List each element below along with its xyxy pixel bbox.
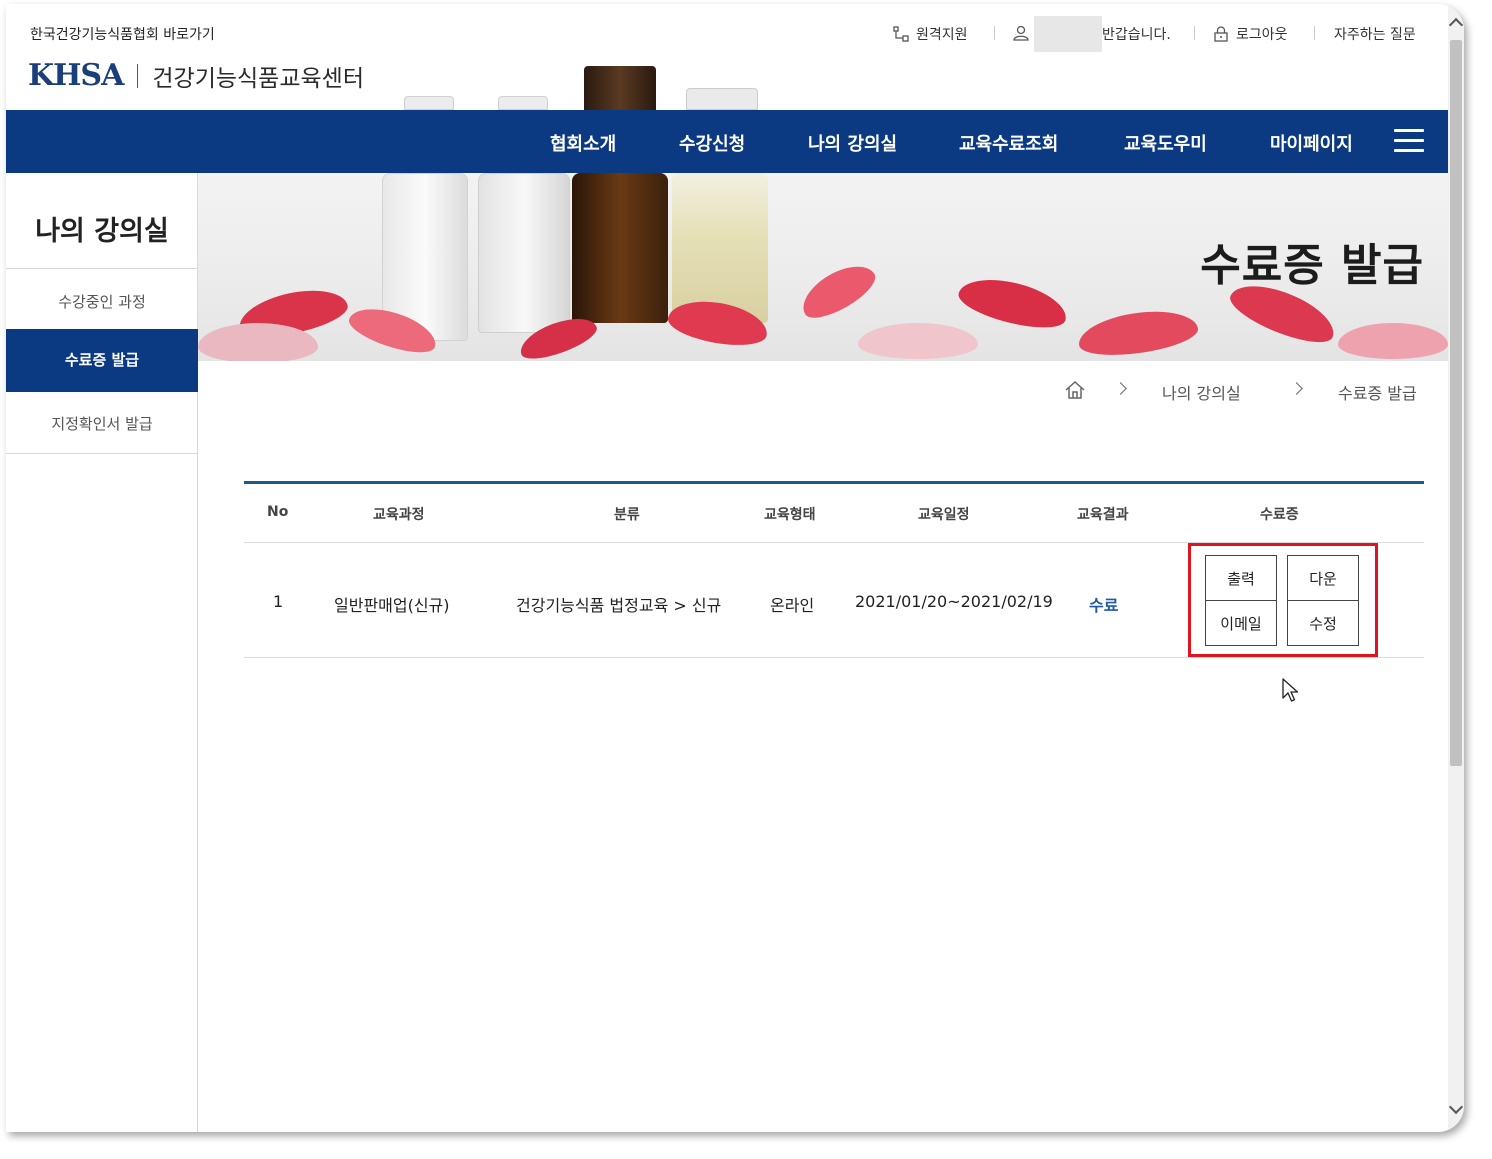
divider [244, 657, 1424, 658]
logo-text: 건강기능식품교육센터 [152, 65, 364, 92]
cell-category: 건강기능식품 법정교육 > 신규 [516, 596, 722, 615]
browser-window: 한국건강기능식품협회 바로가기 원격지원 반갑습니다. 로그아웃 자주하는 질문… [6, 4, 1464, 1132]
nav-item-about[interactable]: 협회소개 [550, 130, 616, 156]
association-link[interactable]: 한국건강기능식품협회 바로가기 [30, 24, 215, 44]
column-header: 교육형태 [764, 507, 816, 523]
logout-label: 로그아웃 [1236, 27, 1288, 43]
divider [6, 453, 198, 454]
nav-item-mypage[interactable]: 마이페이지 [1270, 130, 1353, 156]
column-header: 수료증 [1260, 507, 1299, 523]
cell-schedule: 2021/01/20~2021/02/19 [855, 592, 1053, 611]
remote-support-label: 원격지원 [916, 27, 968, 43]
remote-support-link[interactable]: 원격지원 [892, 24, 968, 44]
sidebar-item-designation[interactable]: 지정확인서 발급 [6, 413, 198, 434]
menu-icon[interactable] [1394, 129, 1424, 155]
petal-decoration [794, 255, 882, 327]
edit-button[interactable]: 수정 [1287, 600, 1359, 646]
petal-decoration [954, 270, 1072, 336]
user-icon-wrap [1012, 24, 1030, 42]
page-title: 수료증 발급 [1200, 240, 1424, 291]
print-button[interactable]: 출력 [1205, 555, 1277, 601]
scroll-thumb[interactable] [1450, 40, 1462, 766]
nav-item-enroll[interactable]: 수강신청 [679, 130, 745, 156]
remote-support-icon [893, 26, 909, 42]
nav-item-help[interactable]: 교육도우미 [1124, 130, 1207, 156]
cell-course: 일반판매업(신규) [334, 596, 450, 615]
breadcrumb-item[interactable]: 나의 강의실 [1162, 380, 1241, 404]
greeting-text: 반갑습니다. [1102, 27, 1171, 43]
petal-decoration [858, 323, 978, 359]
table-top-border [244, 481, 1424, 484]
user-icon [1013, 25, 1029, 41]
email-button[interactable]: 이메일 [1205, 600, 1277, 646]
scroll-up-icon[interactable] [1448, 17, 1464, 33]
petal-decoration [1338, 323, 1448, 359]
logout-link[interactable]: 로그아웃 [1212, 24, 1288, 44]
home-icon[interactable] [1064, 380, 1086, 400]
bottle-image-top [404, 96, 454, 110]
sidebar-item-in-progress[interactable]: 수강중인 과정 [6, 291, 198, 312]
column-header: 분류 [614, 507, 640, 523]
username-masked [1034, 16, 1102, 52]
cell-result: 수료 [1089, 596, 1119, 615]
main-navbar: 협회소개 수강신청 나의 강의실 교육수료조회 교육도우미 마이페이지 [6, 110, 1448, 173]
sidebar: 나의 강의실 수강중인 과정 수료증 발급 지정확인서 발급 [6, 173, 198, 1132]
mouse-cursor-icon [1282, 678, 1299, 702]
separator [994, 26, 995, 40]
cell-type: 온라인 [770, 596, 815, 615]
sidebar-item-certificate[interactable]: 수료증 발급 [6, 329, 198, 392]
logo-divider [137, 63, 139, 88]
separator [1194, 26, 1195, 40]
bottle-image-top [686, 88, 758, 110]
bottle-image [572, 173, 668, 323]
hero-banner: 수료증 발급 [198, 173, 1448, 361]
sidebar-title: 나의 강의실 [35, 216, 169, 247]
bottle-image-top [498, 96, 548, 110]
nav-item-completion-lookup[interactable]: 교육수료조회 [959, 130, 1058, 156]
bottle-image [672, 173, 768, 323]
breadcrumb-item-current: 수료증 발급 [1338, 384, 1417, 403]
faq-link[interactable]: 자주하는 질문 [1334, 24, 1416, 44]
logo-mark: KHSA [28, 58, 124, 93]
chevron-right-icon [1290, 382, 1303, 395]
separator [1314, 26, 1315, 40]
chevron-right-icon [1114, 382, 1127, 395]
column-header: 교육과정 [373, 507, 425, 523]
divider [6, 268, 198, 269]
page-content: 한국건강기능식품협회 바로가기 원격지원 반갑습니다. 로그아웃 자주하는 질문… [6, 4, 1448, 1132]
download-button[interactable]: 다운 [1287, 555, 1359, 601]
nav-item-my-classroom[interactable]: 나의 강의실 [808, 130, 897, 156]
column-header: No [267, 504, 289, 520]
scroll-down-icon[interactable] [1448, 1099, 1464, 1115]
column-header: 교육일정 [918, 507, 970, 523]
petal-decoration [1075, 304, 1201, 361]
cell-no: 1 [273, 592, 284, 611]
bottle-image [478, 173, 570, 333]
bottle-image-top [584, 66, 656, 111]
column-header: 교육결과 [1077, 507, 1129, 523]
site-logo[interactable]: KHSA 건강기능식품교육센터 [28, 58, 364, 93]
scrollbar[interactable] [1448, 4, 1464, 1132]
lock-icon [1214, 26, 1228, 42]
